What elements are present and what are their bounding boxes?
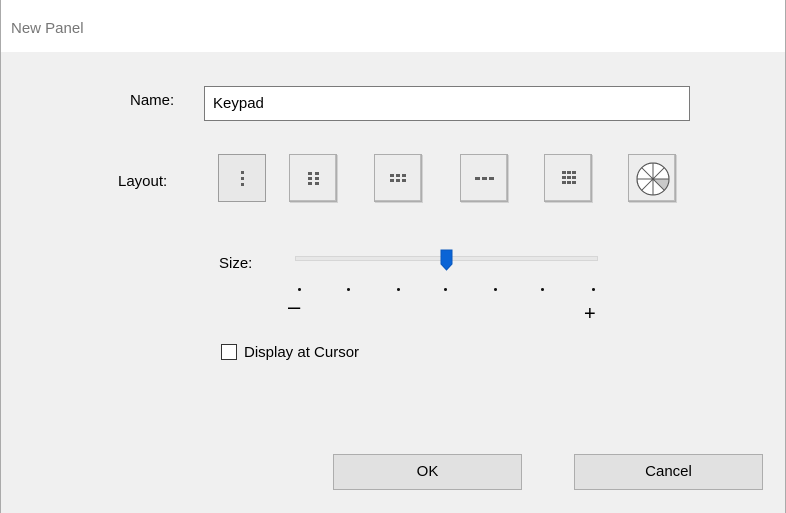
display-at-cursor-label[interactable]: Display at Cursor <box>244 344 359 361</box>
single-row-dashes-icon <box>475 177 494 180</box>
display-at-cursor-checkbox[interactable] <box>221 344 237 360</box>
dialog-title: New Panel <box>11 20 84 37</box>
layout-option-two-columns[interactable] <box>289 154 337 202</box>
two-column-dots-icon <box>308 172 319 185</box>
layout-option-single-column[interactable] <box>218 154 266 202</box>
pie-wheel-icon <box>636 162 670 196</box>
size-max-label: + <box>584 303 596 325</box>
size-tick <box>298 288 301 291</box>
layout-option-single-row[interactable] <box>460 154 508 202</box>
name-input[interactable] <box>204 86 690 121</box>
new-panel-dialog: New Panel Name: Layout: <box>0 0 786 513</box>
size-tick <box>444 288 447 291</box>
title-bar: New Panel <box>1 0 785 52</box>
layout-option-three-columns[interactable] <box>374 154 422 202</box>
size-label: Size: <box>219 255 253 272</box>
one-column-dots-icon <box>241 171 244 186</box>
size-tick <box>494 288 497 291</box>
name-label: Name: <box>130 92 175 109</box>
layout-label: Layout: <box>118 173 168 190</box>
size-tick <box>541 288 544 291</box>
size-slider-thumb[interactable] <box>440 249 453 271</box>
layout-option-grid[interactable] <box>544 154 592 202</box>
grid-dots-icon <box>562 171 576 184</box>
three-column-dots-icon <box>390 174 406 182</box>
size-min-label: – <box>288 294 301 319</box>
size-tick <box>397 288 400 291</box>
layout-option-pie[interactable] <box>628 154 676 202</box>
size-tick <box>592 288 595 291</box>
cancel-button[interactable]: Cancel <box>574 454 763 490</box>
ok-button[interactable]: OK <box>333 454 522 490</box>
size-tick <box>347 288 350 291</box>
